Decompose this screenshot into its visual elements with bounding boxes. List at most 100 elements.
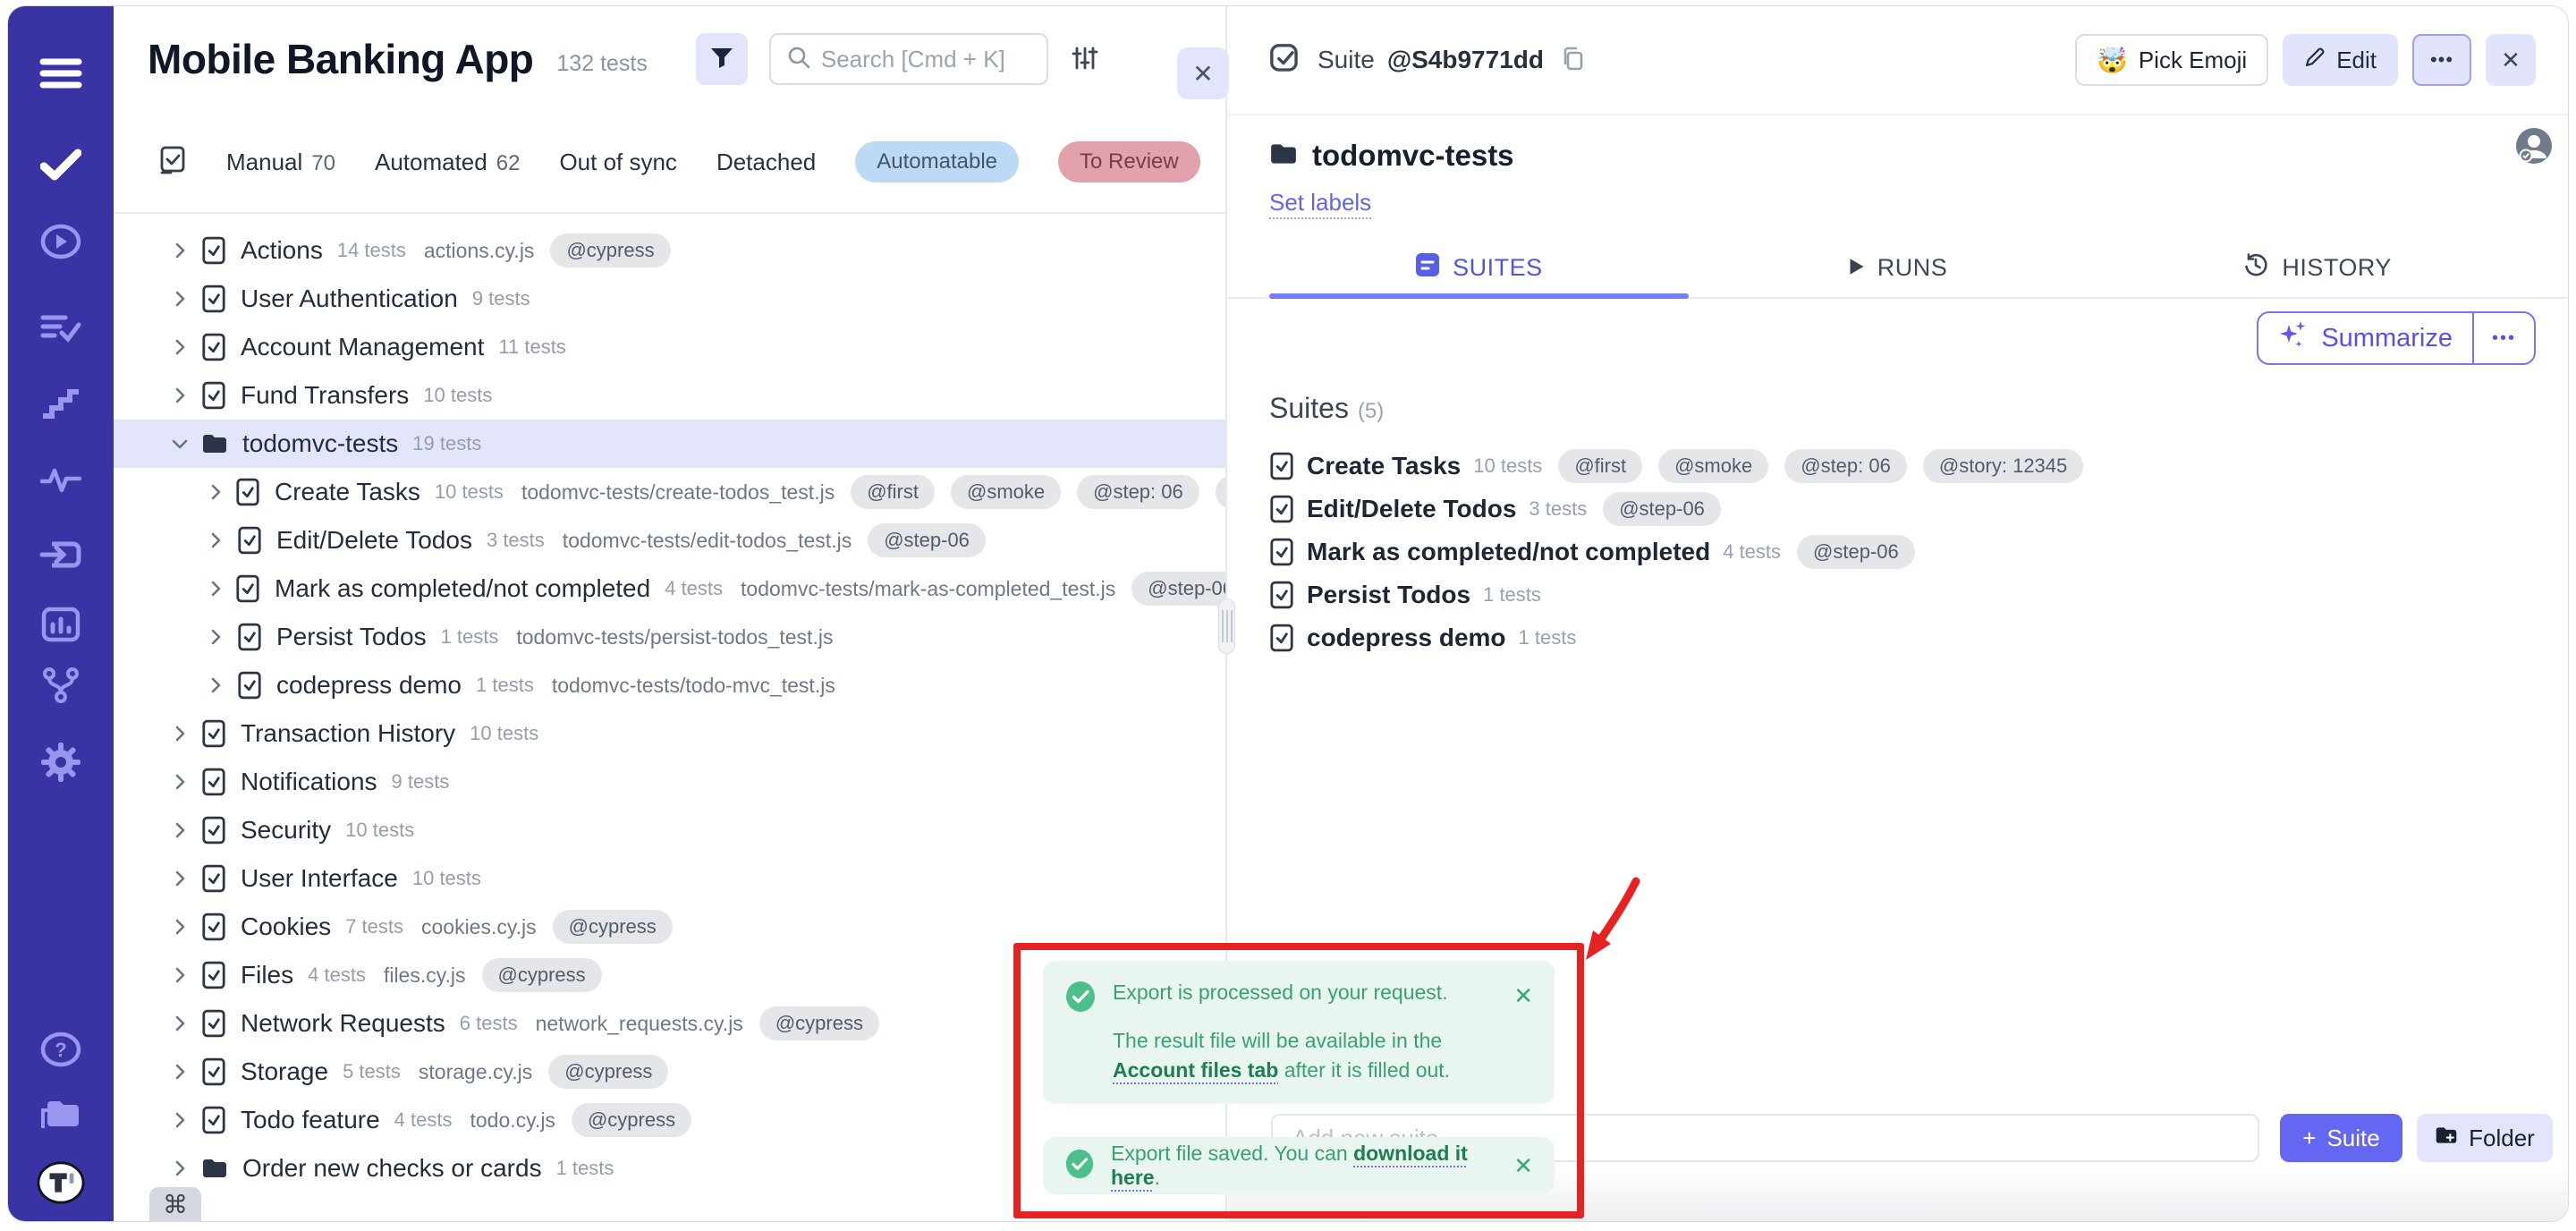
chevron-right-icon[interactable] [169, 385, 192, 406]
tag[interactable]: @smoke [1658, 449, 1768, 483]
chevron-right-icon[interactable] [169, 868, 192, 889]
tag[interactable]: @story: 12345 [1216, 475, 1225, 509]
chevron-down-icon[interactable] [169, 433, 192, 454]
logo[interactable] [37, 1159, 85, 1207]
chevron-right-icon[interactable] [169, 1013, 192, 1034]
tests-check-icon[interactable] [37, 140, 85, 189]
suite-list-item[interactable]: Mark as completed/not completed4 tests@s… [1269, 531, 2568, 573]
tab-suites[interactable]: SUITES [1269, 238, 1689, 297]
tag[interactable]: @step-06 [1797, 535, 1915, 569]
tag[interactable]: @story: 12345 [1923, 449, 2083, 483]
add-suite-button[interactable]: + Suite [2280, 1114, 2402, 1162]
plans-list-check-icon[interactable] [37, 303, 85, 352]
tree-row[interactable]: Security10 tests [114, 806, 1225, 854]
tree-row[interactable]: todomvc-tests19 tests [114, 420, 1225, 468]
toast-close-icon[interactable]: ✕ [1513, 1152, 1533, 1180]
filter-pill-to-review[interactable]: To Review [1058, 141, 1200, 183]
chevron-right-icon[interactable] [169, 723, 192, 744]
chevron-right-icon[interactable] [205, 578, 226, 599]
tree-row[interactable]: Edit/Delete Todos3 teststodomvc-tests/ed… [114, 516, 1225, 565]
chevron-right-icon[interactable] [205, 481, 226, 503]
chevron-right-icon[interactable] [169, 916, 192, 938]
projects-folder-icon[interactable] [37, 1091, 85, 1139]
chevron-right-icon[interactable] [169, 964, 192, 986]
suite-list-item[interactable]: codepress demo1 tests [1269, 616, 2568, 659]
close-detail-button[interactable]: ✕ [2486, 34, 2536, 86]
menu-icon[interactable] [37, 49, 85, 98]
chevron-right-icon[interactable] [169, 1109, 192, 1131]
settings-gear-icon[interactable] [37, 738, 85, 786]
panel-resize-handle[interactable] [1218, 599, 1235, 654]
chevron-right-icon[interactable] [169, 1158, 192, 1179]
tree-row[interactable]: codepress demo1 teststodomvc-tests/todo-… [114, 661, 1225, 709]
help-icon[interactable]: ? [37, 1025, 85, 1074]
more-actions-button[interactable]: ••• [2412, 34, 2471, 86]
tab-runs[interactable]: RUNS [1689, 238, 2108, 297]
set-labels-link[interactable]: Set labels [1269, 189, 1371, 216]
chevron-right-icon[interactable] [205, 530, 228, 551]
tag[interactable]: @cypress [572, 1103, 691, 1137]
suite-list-item[interactable]: Edit/Delete Todos3 tests@step-06 [1269, 488, 2568, 531]
tab-history[interactable]: HISTORY [2107, 238, 2527, 297]
tree-row[interactable]: Create Tasks10 teststodomvc-tests/create… [114, 468, 1225, 516]
tag[interactable]: @step-06 [1131, 572, 1225, 606]
advanced-filter-button[interactable] [1072, 45, 1098, 74]
chevron-right-icon[interactable] [205, 626, 228, 648]
tag[interactable]: @cypress [550, 233, 670, 267]
search-input[interactable] [821, 46, 1018, 73]
tree-row[interactable]: Persist Todos1 teststodomvc-tests/persis… [114, 613, 1225, 661]
tree-row[interactable]: User Interface10 tests [114, 854, 1225, 903]
tag[interactable]: @step-06 [1603, 492, 1721, 526]
tree-row[interactable]: Fund Transfers10 tests [114, 371, 1225, 420]
tag[interactable]: @smoke [951, 475, 1061, 509]
edit-button[interactable]: Edit [2283, 34, 2398, 86]
chevron-right-icon[interactable] [169, 1061, 192, 1082]
tag[interactable]: @cypress [548, 1055, 668, 1089]
tag[interactable]: @step: 06 [1077, 475, 1199, 509]
suite-list-item[interactable]: Persist Todos1 tests [1269, 573, 2568, 616]
filter-tab-automated[interactable]: Automated62 [375, 149, 520, 176]
tag[interactable]: @step: 06 [1784, 449, 1907, 483]
chevron-right-icon[interactable] [169, 819, 192, 841]
tree-row[interactable]: User Authentication9 tests [114, 275, 1225, 323]
tag[interactable]: @first [851, 475, 935, 509]
analytics-chart-icon[interactable] [37, 600, 85, 649]
filter-tab-out-of-sync[interactable]: Out of sync [559, 149, 677, 176]
filter-tab-manual[interactable]: Manual70 [226, 149, 335, 176]
toast-close-icon[interactable]: ✕ [1513, 982, 1533, 1010]
chevron-right-icon[interactable] [169, 771, 192, 793]
filter-pill-automatable[interactable]: Automatable [855, 141, 1019, 183]
bulk-select-icon[interactable] [158, 145, 187, 180]
add-folder-button[interactable]: Folder [2417, 1114, 2553, 1162]
tree-row[interactable]: Notifications9 tests [114, 758, 1225, 806]
pick-emoji-button[interactable]: 🤯 Pick Emoji [2075, 34, 2268, 86]
git-branch-icon[interactable] [37, 661, 85, 709]
assignee-avatar[interactable] [2514, 126, 2554, 170]
import-icon[interactable] [37, 531, 85, 579]
tree-row[interactable]: Account Management11 tests [114, 323, 1225, 371]
runs-play-icon[interactable] [37, 217, 85, 266]
tree-row[interactable]: Cookies7 testscookies.cy.js@cypress [114, 903, 1225, 951]
tag[interactable]: @cypress [553, 910, 673, 944]
account-files-tab-link[interactable]: Account files tab [1113, 1058, 1278, 1082]
chevron-right-icon[interactable] [169, 336, 192, 358]
tag[interactable]: @cypress [482, 958, 602, 992]
summarize-more-button[interactable]: ••• [2474, 328, 2534, 349]
suite-list-item[interactable]: Create Tasks10 tests@first@smoke@step: 0… [1269, 445, 2568, 488]
tag[interactable]: @cypress [759, 1006, 879, 1040]
steps-icon[interactable] [37, 378, 85, 427]
command-palette-button[interactable]: ⌘ [149, 1187, 201, 1221]
filter-button[interactable] [696, 33, 748, 85]
tag[interactable]: @first [1558, 449, 1642, 483]
chevron-right-icon[interactable] [169, 288, 192, 310]
pulse-activity-icon[interactable] [37, 455, 85, 504]
chevron-right-icon[interactable] [205, 675, 228, 696]
filter-tab-detached[interactable]: Detached [716, 149, 816, 176]
copy-id-button[interactable] [1556, 42, 1589, 79]
chevron-right-icon[interactable] [169, 240, 192, 261]
tree-row[interactable]: Mark as completed/not completed4 teststo… [114, 565, 1225, 613]
close-panel-button[interactable]: ✕ [1177, 47, 1229, 99]
tree-row[interactable]: Actions14 testsactions.cy.js@cypress [114, 226, 1225, 275]
tree-row[interactable]: Transaction History10 tests [114, 709, 1225, 758]
summarize-button[interactable]: Summarize ••• [2257, 311, 2536, 365]
